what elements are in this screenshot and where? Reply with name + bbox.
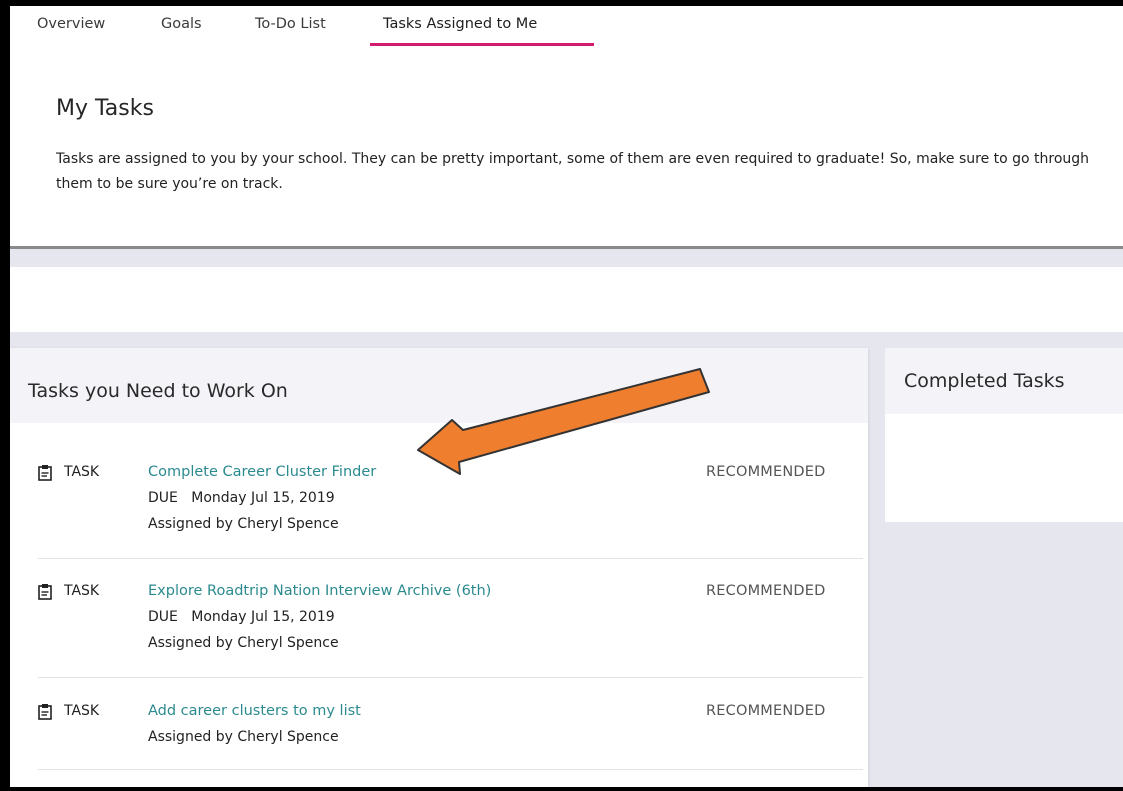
due-date: Monday Jul 15, 2019 [191, 490, 335, 506]
task-title-link[interactable]: Explore Roadtrip Nation Interview Archiv… [148, 583, 491, 599]
clipboard-icon [38, 465, 52, 481]
intro-section: My Tasks Tasks are assigned to you by yo… [10, 46, 1123, 249]
task-type-label: TASK [64, 464, 100, 480]
page-title: My Tasks [56, 96, 154, 121]
task-row: TASK Add career clusters to my list Assi… [38, 703, 863, 770]
task-row: TASK Explore Roadtrip Nation Interview A… [38, 583, 863, 678]
intro-text: Tasks are assigned to you by your school… [56, 151, 1090, 192]
task-status-badge: RECOMMENDED [706, 464, 826, 480]
clipboard-icon [38, 704, 52, 720]
task-status-badge: RECOMMENDED [706, 703, 826, 719]
tab-goals[interactable]: Goals [161, 16, 202, 32]
work-on-card-header: Tasks you Need to Work On [10, 348, 868, 423]
due-date: Monday Jul 15, 2019 [191, 609, 335, 625]
task-status-badge: RECOMMENDED [706, 583, 826, 599]
tab-bar: Overview Goals To-Do List Tasks Assigned… [10, 6, 1123, 47]
completed-title: Completed Tasks [904, 370, 1065, 392]
tab-tasks-assigned[interactable]: Tasks Assigned to Me [383, 16, 537, 32]
empty-strip [10, 267, 1123, 332]
task-type-label: TASK [64, 583, 100, 599]
work-on-card: Tasks you Need to Work On TASK Complete … [10, 348, 868, 787]
completed-card: Completed Tasks [885, 348, 1123, 522]
task-due: DUE Monday Jul 15, 2019 [148, 609, 335, 625]
task-title-link[interactable]: Add career clusters to my list [148, 703, 361, 719]
due-label: DUE [148, 609, 178, 625]
task-assigned-by: Assigned by Cheryl Spence [148, 516, 339, 532]
completed-card-header: Completed Tasks [885, 348, 1123, 414]
task-assigned-by: Assigned by Cheryl Spence [148, 635, 339, 651]
clipboard-icon [38, 584, 52, 600]
task-row: TASK Complete Career Cluster Finder DUE … [38, 464, 863, 559]
task-assigned-by: Assigned by Cheryl Spence [148, 729, 339, 745]
work-on-title: Tasks you Need to Work On [28, 380, 288, 402]
task-type-label: TASK [64, 703, 100, 719]
tab-to-do-list[interactable]: To-Do List [255, 16, 326, 32]
task-due: DUE Monday Jul 15, 2019 [148, 490, 335, 506]
due-label: DUE [148, 490, 178, 506]
tab-overview[interactable]: Overview [37, 16, 105, 32]
task-title-link[interactable]: Complete Career Cluster Finder [148, 464, 376, 480]
